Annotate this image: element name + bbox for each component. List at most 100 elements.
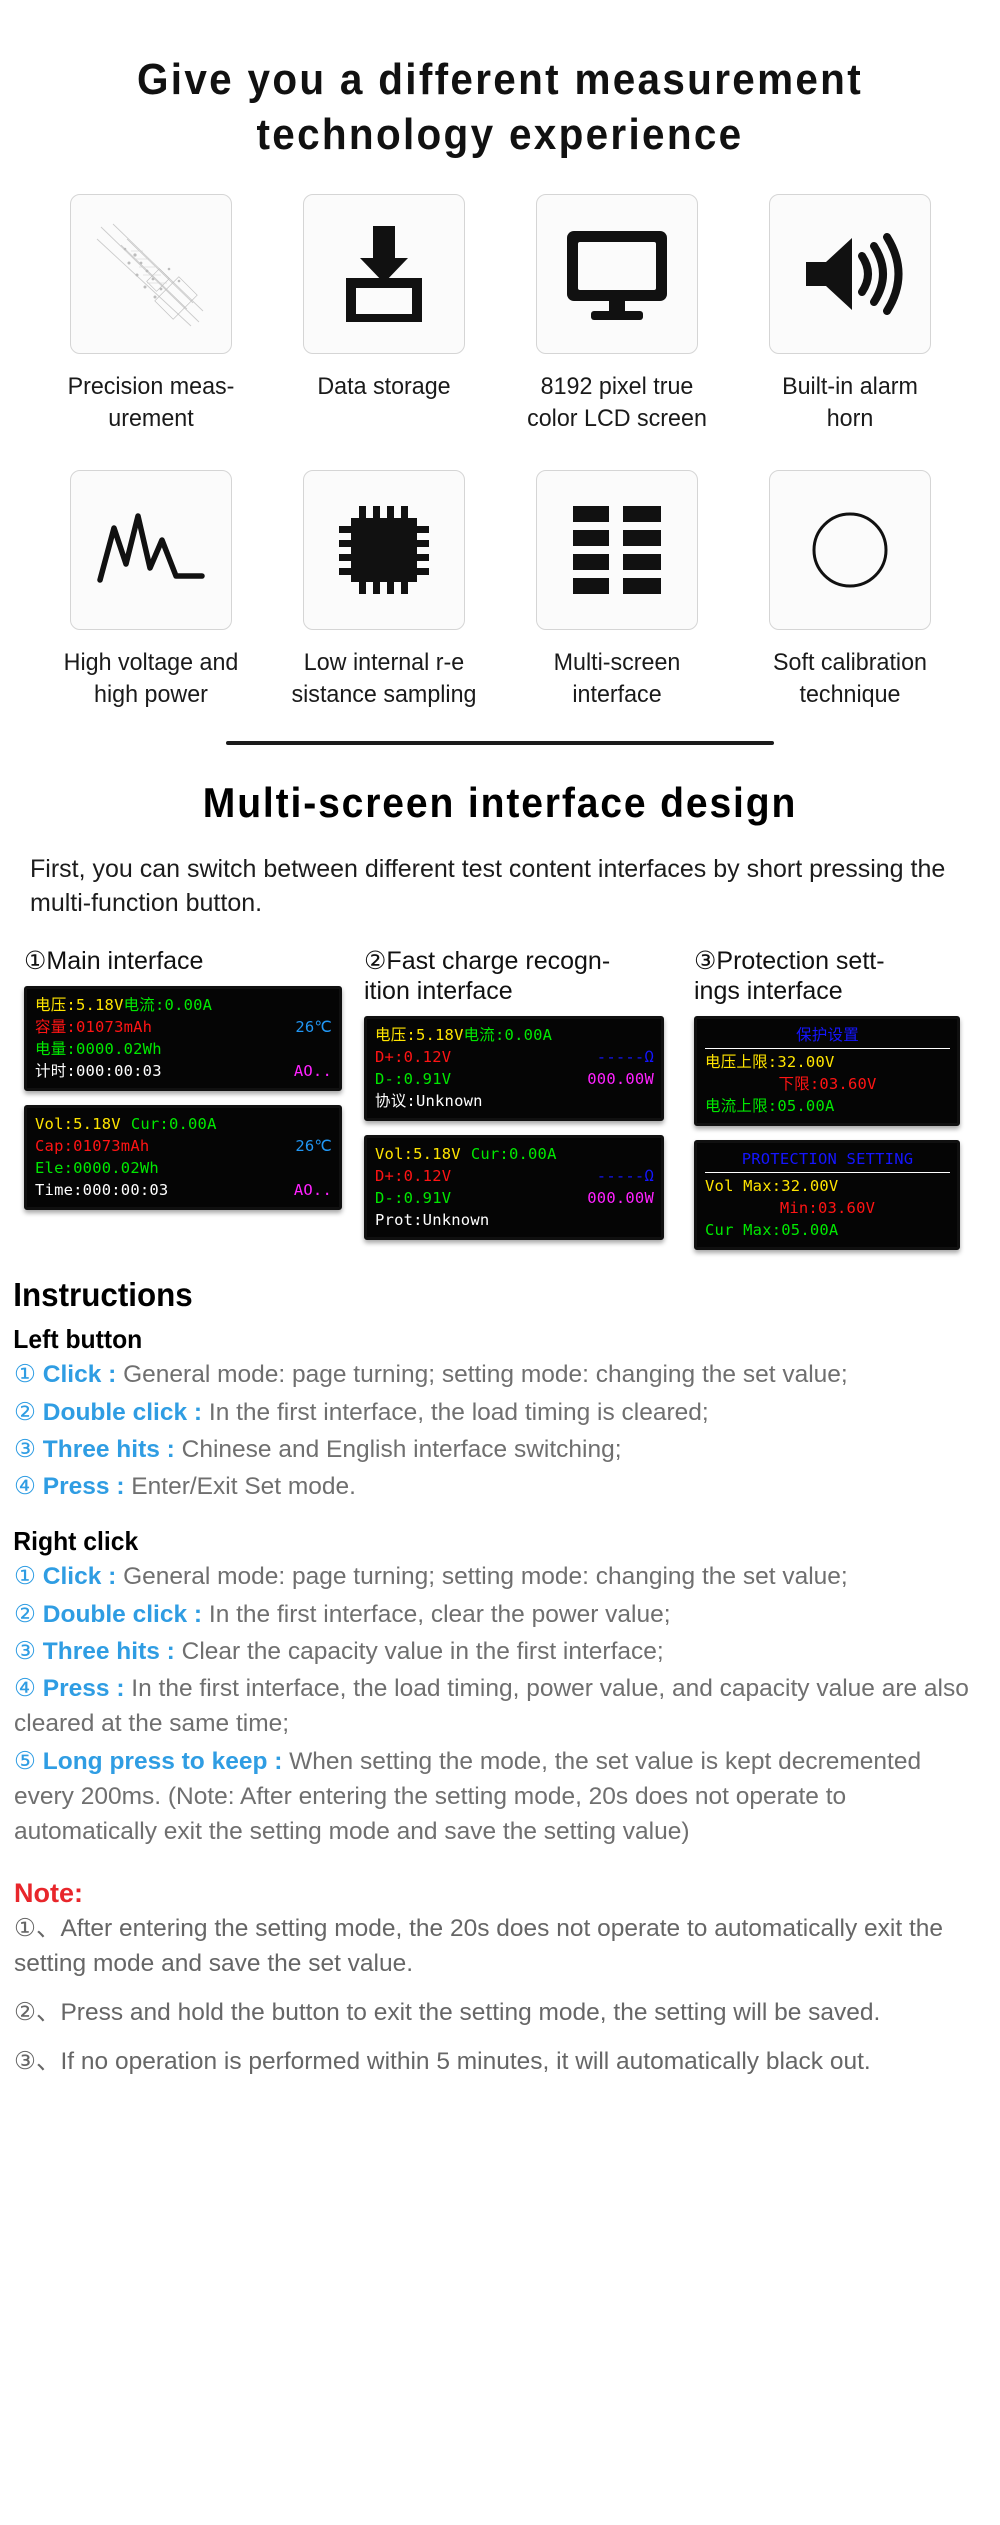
circle-calibration-icon — [812, 512, 887, 588]
item-marker: ③ — [14, 1435, 36, 1463]
lcd-line: 电量: 0000.02Wh — [35, 1038, 332, 1060]
dminus-value-en: 0.91V — [403, 1189, 452, 1208]
item-marker: ② — [14, 1600, 36, 1628]
protocol-label-cn: 协议: — [375, 1092, 416, 1111]
current-label-en: Cur: — [130, 1115, 169, 1134]
feature-item-low-resistance-sampling: Low internal r-e sistance sampling — [267, 469, 500, 712]
power-value-en: 000.00W — [587, 1189, 654, 1208]
energy-label-en: Ele: — [35, 1159, 74, 1178]
current-value-en: 0.00A — [508, 1145, 557, 1164]
list-item: ① Click : General mode: page turning; se… — [14, 1357, 974, 1392]
lcd-line: 电流上限:05.00A — [705, 1095, 950, 1117]
item-marker: ⑤ — [14, 1747, 36, 1775]
lcd-protection-chinese: 保护设置 电压上限:32.00V 下限:03.60V 电流上限:05.00A — [694, 1016, 960, 1127]
feature-item-alarm-horn: Built-in alarm horn — [733, 194, 966, 436]
left-button-heading: Left button — [13, 1324, 143, 1355]
current-label-cn: 电流: — [463, 1026, 505, 1045]
item-text: In the first interface, the load timing … — [202, 1398, 709, 1426]
note-item: ③、If no operation is performed within 5 … — [14, 2048, 871, 2076]
lcd-line: D+: 0.12V -----Ω — [375, 1046, 654, 1068]
product-description-page: Give you a different measurement technol… — [0, 0, 1000, 2525]
page-title: Give you a different measurement technol… — [40, 0, 960, 162]
voltage-label-en: Vol: — [35, 1115, 74, 1134]
screen-heading-3-num: ③ — [694, 947, 717, 976]
screen-heading-2-text: Fast charge recogn- ition interface — [364, 947, 611, 1006]
timer-label-en: Time: — [35, 1181, 83, 1200]
note-title: Note: — [14, 1877, 83, 1908]
right-click-heading: Right click — [13, 1526, 139, 1557]
feature-icon-box — [535, 194, 698, 354]
screen-column-protection-settings: ③Protection sett- ings interface 保护设置 电压… — [694, 946, 984, 1264]
alarm-horn-icon — [805, 233, 902, 315]
dplus-label-cn: D+: — [375, 1048, 404, 1067]
voltage-label-en: Vol: — [375, 1145, 414, 1164]
item-text: In the first interface, clear the power … — [202, 1600, 671, 1628]
mode-indicator-cn: AO.. — [293, 1062, 332, 1081]
item-text: Clear the capacity value in the first in… — [174, 1637, 664, 1665]
lcd-line: Vol Max:32.00V — [705, 1175, 950, 1197]
voltage-max-en: Vol Max:32.00V — [705, 1177, 839, 1196]
multi-screen-section-title: Multi-screen interface design — [202, 779, 798, 827]
current-value-cn: 0.00A — [504, 1026, 553, 1045]
item-marker: ④ — [14, 1473, 36, 1501]
capacity-label-en: Cap: — [35, 1137, 74, 1156]
lcd-line: 协议: Unknown — [375, 1090, 654, 1112]
capacity-value-en: 01073mAh — [73, 1137, 150, 1156]
screen-heading-3-text: Protection sett- ings interface — [694, 947, 885, 1006]
waveform-icon — [96, 512, 205, 583]
list-item: ② Double click : In the first interface,… — [14, 1395, 974, 1430]
item-marker: ③ — [14, 1637, 36, 1665]
feature-label: Low internal r-e sistance sampling — [290, 648, 476, 708]
screen-heading-3: ③Protection sett- ings interface — [694, 946, 984, 1006]
feature-icon-box — [768, 194, 931, 354]
list-item: ② Double click : In the first interface,… — [14, 1597, 974, 1632]
section-divider-wrap — [0, 711, 1000, 746]
list-item: ⑤ Long press to keep : When setting the … — [14, 1744, 974, 1850]
feature-icon-box — [768, 469, 931, 630]
temperature-value-en: 26℃ — [295, 1137, 332, 1156]
resistance-value-en: -----Ω — [596, 1167, 654, 1186]
current-label-en: Cur: — [470, 1145, 509, 1164]
feature-item-precision-measurement: Precision meas- urement — [34, 194, 267, 436]
item-key: Press : — [42, 1473, 125, 1501]
lcd-line: 电压: 5.18V 电流: 0.00A — [375, 1024, 654, 1046]
item-key: Double click : — [42, 1600, 203, 1628]
note-block: Note: ①、After entering the setting mode,… — [0, 1852, 1000, 2080]
current-value-cn: 0.00A — [164, 996, 213, 1015]
item-text: Enter/Exit Set mode. — [124, 1473, 356, 1501]
protocol-value-cn: Unknown — [415, 1092, 483, 1111]
feature-label: Precision meas- urement — [67, 373, 234, 433]
list-item: ① Click : General mode: page turning; se… — [14, 1559, 974, 1594]
dplus-label-en: D+: — [375, 1167, 404, 1186]
lcd-line: 电压上限:32.00V — [705, 1051, 950, 1073]
lcd-line: Time: 000:00:03 AO.. — [35, 1179, 332, 1201]
item-key: Click : — [42, 1361, 117, 1389]
feature-icon-box — [69, 469, 232, 630]
current-max-cn: 电流上限:05.00A — [705, 1097, 835, 1116]
lcd-line: Prot: Unknown — [375, 1209, 654, 1231]
screen-heading-1-num: ① — [24, 947, 47, 976]
feature-item-lcd-screen: 8192 pixel true color LCD screen — [500, 194, 733, 436]
current-max-en: Cur Max:05.00A — [705, 1221, 839, 1240]
voltage-value-en: 5.18V — [413, 1145, 461, 1164]
feature-grid-row-2: High voltage and high power Low internal… — [0, 436, 1000, 712]
item-text: In the first interface, the load timing,… — [14, 1675, 969, 1738]
voltage-min-cn: 下限:03.60V — [778, 1075, 877, 1094]
note-item: ①、After entering the setting mode, the 2… — [14, 1914, 944, 1977]
feature-icon-box — [302, 194, 465, 354]
item-key: Click : — [42, 1563, 117, 1591]
dminus-label-en: D-: — [375, 1189, 404, 1208]
current-value-en: 0.00A — [168, 1115, 217, 1134]
item-text: Chinese and English interface switching; — [174, 1435, 622, 1463]
list-item: ③ Three hits : Clear the capacity value … — [14, 1634, 974, 1669]
screen-column-main-interface: ①Main interface 电压: 5.18V 电流: 0.00A 容量: … — [24, 946, 364, 1264]
energy-value-cn: 0000.02Wh — [75, 1040, 162, 1059]
resistance-value-cn: -----Ω — [596, 1048, 654, 1067]
feature-grid-row-1: Precision meas- urement Data storage 819… — [0, 162, 1000, 436]
lcd-screen-icon — [566, 231, 667, 320]
dplus-value-en: 0.12V — [403, 1167, 452, 1186]
item-key: Three hits : — [42, 1637, 175, 1665]
feature-icon-box — [69, 194, 232, 354]
multi-screen-intro-text: First, you can switch between different … — [30, 855, 946, 917]
chip-icon — [338, 505, 429, 594]
